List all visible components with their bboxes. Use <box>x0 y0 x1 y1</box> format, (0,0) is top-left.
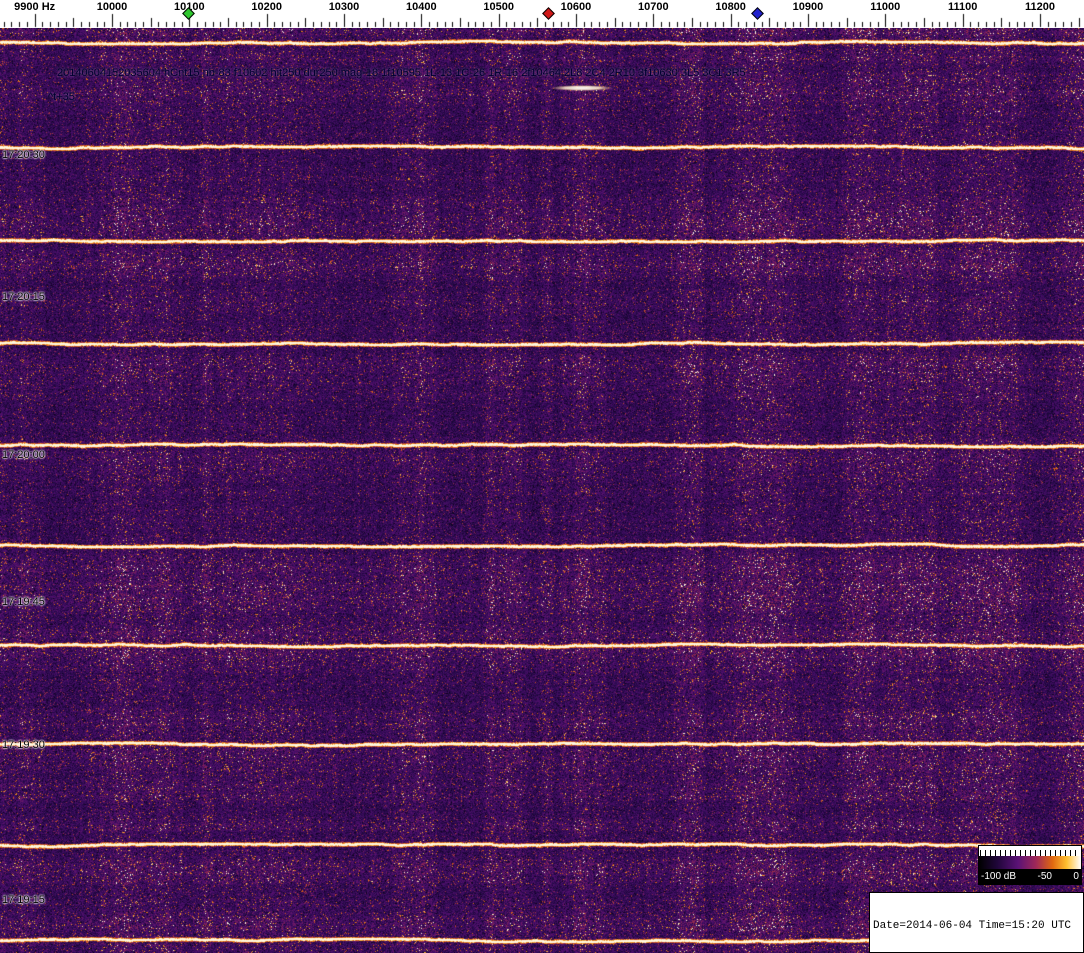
db-scale-ticks <box>979 846 1081 856</box>
time-label: 17:20:30 <box>2 149 45 161</box>
freq-tick-label: 10800 <box>715 1 746 13</box>
freq-tick-label: 10500 <box>483 1 514 13</box>
db-mid-label: -50 <box>1037 871 1052 882</box>
db-scale-gradient <box>979 856 1081 869</box>
freq-tick-label: 11100 <box>947 1 978 13</box>
db-min-label: -100 dB <box>981 871 1017 882</box>
time-label: 17:19:15 <box>2 894 45 906</box>
freq-tick-label: 10300 <box>328 1 360 13</box>
db-max-label: 0 <box>1073 871 1079 882</box>
freq-tick-label: 10600 <box>560 1 592 13</box>
freq-tick-label: 10700 <box>638 1 669 13</box>
freq-tick-label: 11000 <box>870 1 901 13</box>
cursor-time-note: ^t+35 <box>48 91 75 103</box>
time-label: 17:20:15 <box>2 291 45 303</box>
db-scale-legend: -100 dB -50 0 <box>978 845 1082 885</box>
observation-info-box: Date=2014-06-04 Time=15:20 UTC Freq=143 … <box>869 892 1084 953</box>
freq-tick-label: 9900 Hz <box>14 1 56 13</box>
freq-tick-label: 10000 <box>96 1 128 13</box>
freq-tick-label: 11200 <box>1024 1 1055 13</box>
time-label: 17:20:00 <box>2 449 45 461</box>
freq-tick-label: 10400 <box>406 1 437 13</box>
info-date-line: Date=2014-06-04 Time=15:20 UTC <box>873 920 1072 932</box>
frequency-ruler: 9900 Hz100001010010200103001040010500106… <box>0 0 1084 28</box>
freq-tick-label: 10200 <box>251 1 282 13</box>
spectrogram-app-window: 9900 Hz100001010010200103001040010500106… <box>0 0 1084 953</box>
meteor-detection-annotation: 20140604152035604 hCnt15 nb-83 f10602 hi… <box>57 67 746 79</box>
time-label: 17:19:45 <box>2 596 45 608</box>
freq-tick-label: 10900 <box>792 1 824 13</box>
time-label: 17:19:30 <box>2 739 45 751</box>
db-scale-labels: -100 dB -50 0 <box>979 869 1081 884</box>
spectrogram-waterfall-canvas <box>0 28 1084 953</box>
